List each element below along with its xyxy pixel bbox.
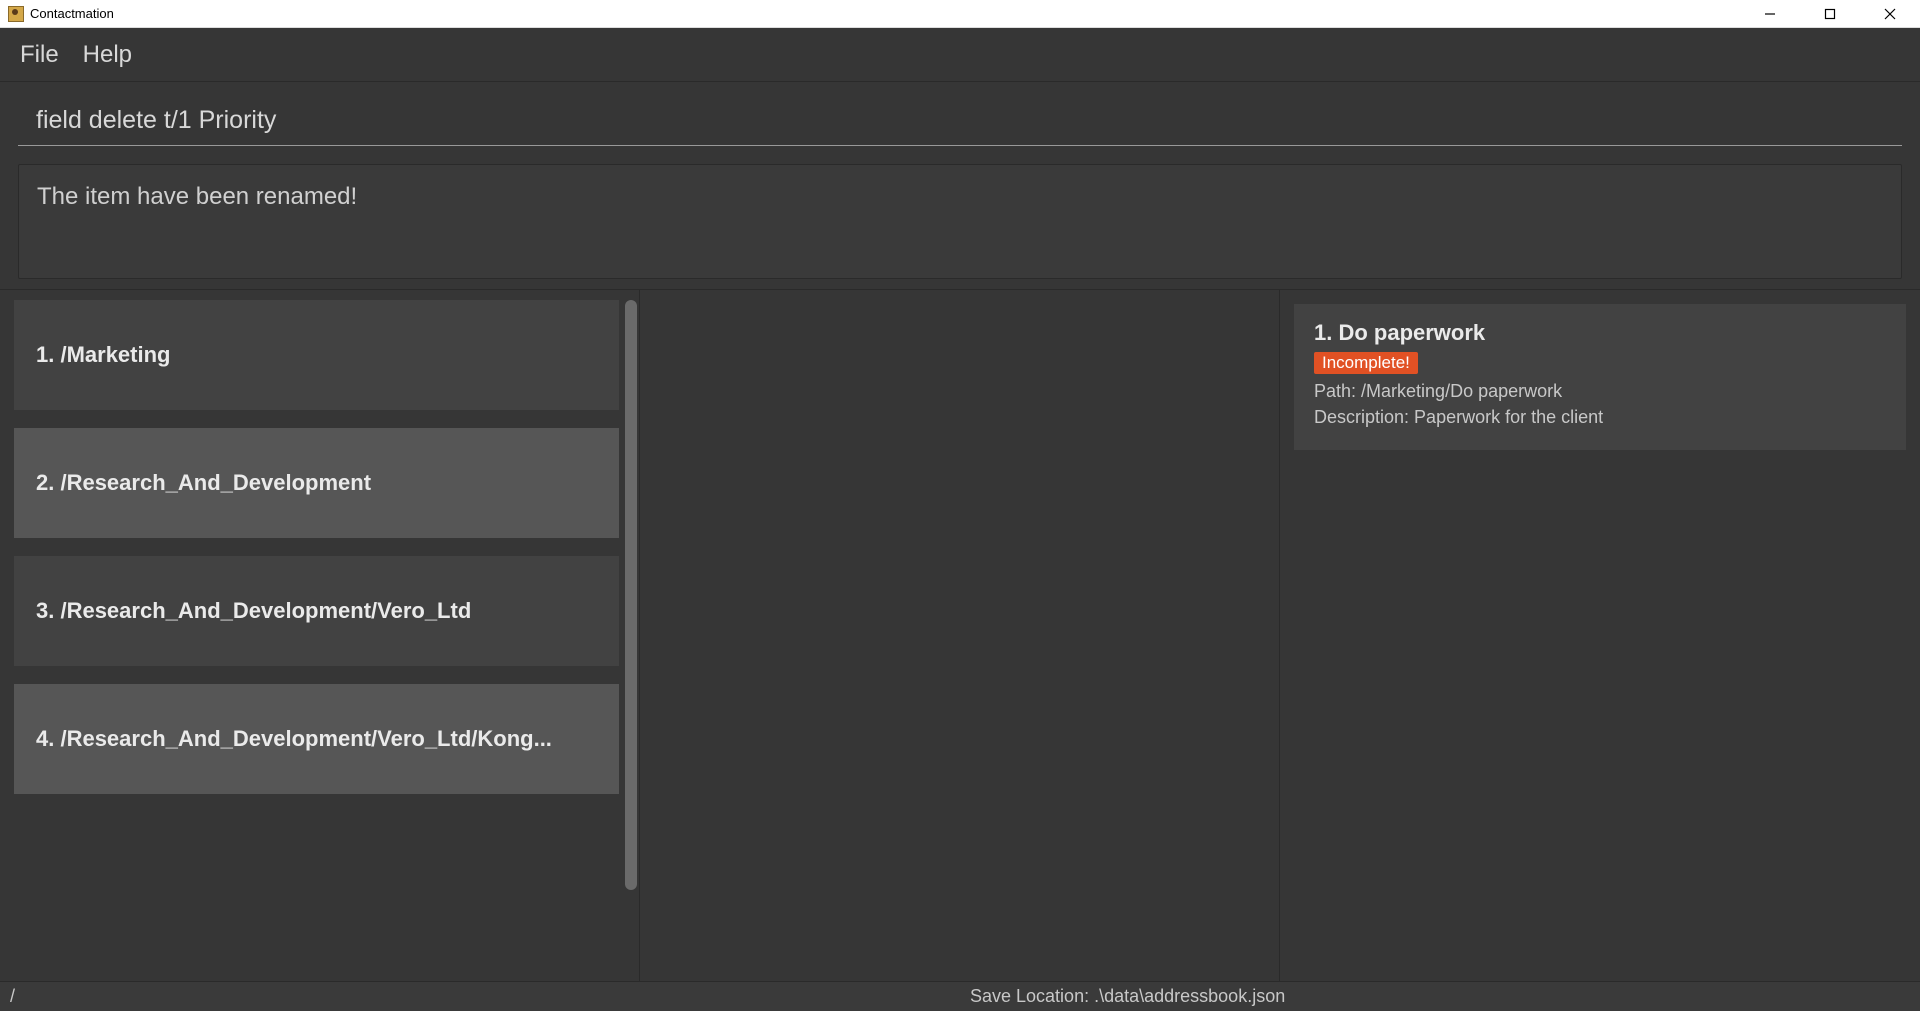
close-button[interactable] [1860,0,1920,27]
left-list: 1. /Marketing 2. /Research_And_Developmen… [14,300,635,971]
list-item-label: 2. /Research_And_Development [36,470,597,496]
menu-help[interactable]: Help [83,41,132,69]
task-desc-label: Description: [1314,407,1414,427]
maximize-button[interactable] [1800,0,1860,27]
command-row [0,82,1920,146]
list-item-label: 1. /Marketing [36,342,597,368]
right-panel: 1. Do paperwork Incomplete! Path: /Marke… [1280,290,1920,981]
message-box: The item have been renamed! [18,164,1902,279]
titlebar: Contactmation [0,0,1920,28]
statusbar: / Save Location: .\data\addressbook.json [0,981,1920,1011]
command-input[interactable] [18,96,1902,146]
minimize-button[interactable] [1740,0,1800,27]
message-row: The item have been renamed! [0,146,1920,279]
list-item[interactable]: 2. /Research_And_Development [14,428,619,538]
status-path: / [0,986,960,1007]
left-panel: 1. /Marketing 2. /Research_And_Developmen… [0,290,640,981]
center-panel [640,290,1280,981]
list-item[interactable]: 1. /Marketing [14,300,619,410]
window-title: Contactmation [30,6,1740,21]
task-path: Path: /Marketing/Do paperwork [1314,378,1886,404]
scrollbar[interactable] [625,300,637,971]
panels: 1. /Marketing 2. /Research_And_Developmen… [0,289,1920,981]
menu-file[interactable]: File [20,41,59,69]
task-desc-value: Paperwork for the client [1414,407,1603,427]
list-item-label: 4. /Research_And_Development/Vero_Ltd/Ko… [36,726,597,752]
task-path-label: Path: [1314,381,1361,401]
app-body: File Help The item have been renamed! 1.… [0,28,1920,1011]
app-icon [8,6,24,22]
task-status-badge: Incomplete! [1314,352,1418,374]
window-controls [1740,0,1920,27]
status-save-location: Save Location: .\data\addressbook.json [960,986,1920,1007]
scrollbar-thumb[interactable] [625,300,637,890]
task-description: Description: Paperwork for the client [1314,404,1886,430]
task-title: 1. Do paperwork [1314,320,1886,346]
app-window: Contactmation File Help The item have be… [0,0,1920,1011]
menubar: File Help [0,28,1920,82]
task-card[interactable]: 1. Do paperwork Incomplete! Path: /Marke… [1294,304,1906,450]
list-item[interactable]: 4. /Research_And_Development/Vero_Ltd/Ko… [14,684,619,794]
task-path-value: /Marketing/Do paperwork [1361,381,1562,401]
list-item[interactable]: 3. /Research_And_Development/Vero_Ltd [14,556,619,666]
list-item-label: 3. /Research_And_Development/Vero_Ltd [36,598,597,624]
